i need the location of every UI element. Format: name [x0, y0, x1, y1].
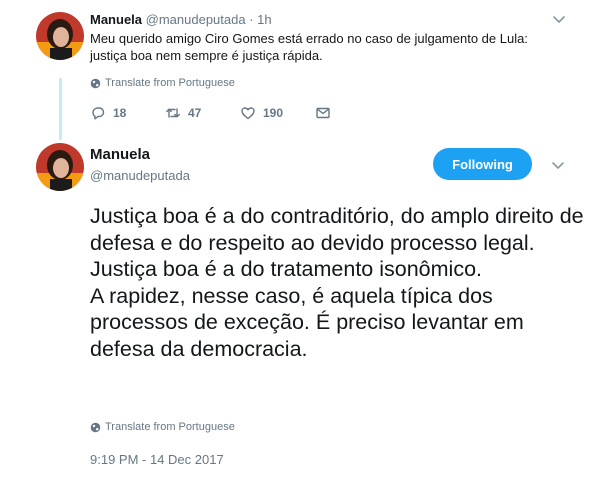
avatar[interactable] [36, 12, 84, 60]
reply-button[interactable]: 18 [90, 105, 165, 121]
display-name[interactable]: Manuela [90, 146, 150, 163]
tweet-header: Manuela @manudeputada · 1h [90, 12, 272, 27]
tweet-timestamp[interactable]: 9:19 PM - 14 Dec 2017 [90, 452, 224, 467]
translate-link[interactable]: Translate from Portuguese [90, 421, 235, 433]
direct-message-button[interactable] [315, 105, 331, 121]
reply-icon [92, 107, 105, 120]
handle[interactable]: @manudeputada [146, 12, 246, 27]
retweet-count: 47 [188, 106, 202, 120]
envelope-icon [316, 107, 330, 119]
tweet-paragraph: Justiça boa é a do contraditório, do amp… [90, 204, 584, 281]
globe-icon [90, 78, 101, 88]
tweet-text: Justiça boa é a do contraditório, do amp… [90, 203, 590, 362]
translate-label[interactable]: Translate from Portuguese [105, 421, 235, 433]
like-count: 190 [263, 106, 284, 120]
display-name[interactable]: Manuela [90, 12, 142, 27]
retweet-button[interactable]: 47 [165, 105, 240, 121]
chevron-down-icon[interactable] [551, 158, 565, 172]
time-ago[interactable]: 1h [257, 12, 271, 27]
reply-count: 18 [113, 106, 127, 120]
retweet-icon [166, 108, 180, 118]
heart-icon [241, 107, 255, 120]
tweet-text: Meu querido amigo Ciro Gomes está errado… [90, 31, 528, 63]
following-button[interactable]: Following [433, 148, 532, 180]
handle[interactable]: @manudeputada [90, 168, 190, 183]
tweet-actions: 18 47 190 [90, 104, 331, 122]
tweet-paragraph: A rapidez, nesse caso, é aquela típica d… [90, 283, 524, 361]
like-button[interactable]: 190 [240, 105, 315, 121]
thread-connector-line [59, 78, 62, 140]
globe-icon [90, 422, 101, 432]
separator: · [249, 12, 254, 27]
translate-link[interactable]: Translate from Portuguese [90, 77, 235, 89]
chevron-down-icon[interactable] [552, 12, 566, 26]
translate-label[interactable]: Translate from Portuguese [105, 77, 235, 89]
avatar[interactable] [36, 143, 84, 191]
